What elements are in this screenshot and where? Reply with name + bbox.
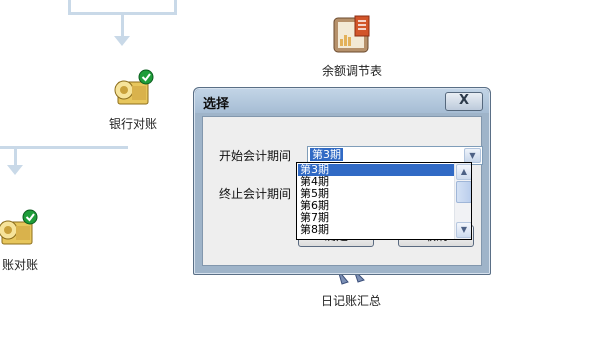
- ledger-reconciliation-icon[interactable]: [0, 208, 40, 250]
- flow-arrow: [7, 165, 23, 175]
- flow-connector: [0, 146, 128, 149]
- flow-connector: [68, 0, 71, 14]
- journal-summary-label[interactable]: 日记账汇总: [321, 292, 381, 309]
- start-period-value: 第3期: [310, 148, 343, 161]
- scroll-thumb[interactable]: [456, 181, 471, 203]
- balance-adjustment-label[interactable]: 余额调节表: [322, 62, 382, 79]
- dropdown-scrollbar[interactable]: ▲ ▼: [454, 163, 471, 239]
- period-dropdown-list[interactable]: 第3期 第4期 第5期 第6期 第7期 第8期 ▲ ▼: [296, 162, 472, 240]
- close-button[interactable]: X: [445, 92, 483, 111]
- start-period-label: 开始会计期间: [219, 149, 292, 163]
- end-period-label: 终止会计期间: [219, 187, 292, 201]
- close-icon: X: [458, 93, 470, 108]
- flow-connector: [14, 146, 17, 166]
- bank-reconciliation-icon[interactable]: [110, 68, 156, 110]
- bank-reconciliation-label[interactable]: 银行对账: [109, 115, 157, 132]
- chevron-down-icon[interactable]: ▼: [464, 148, 481, 163]
- balance-adjustment-icon[interactable]: [331, 13, 373, 55]
- scroll-up-icon[interactable]: ▲: [456, 164, 471, 180]
- flow-arrow: [114, 36, 130, 46]
- dialog-title: 选择: [203, 97, 230, 112]
- dropdown-option[interactable]: 第8期: [298, 224, 454, 236]
- flow-connector: [174, 0, 177, 14]
- ledger-reconciliation-label[interactable]: 账对账: [2, 256, 38, 273]
- flow-connector: [121, 13, 124, 37]
- scroll-down-icon[interactable]: ▼: [456, 222, 471, 238]
- dialog-titlebar[interactable]: 选择 X: [195, 89, 489, 113]
